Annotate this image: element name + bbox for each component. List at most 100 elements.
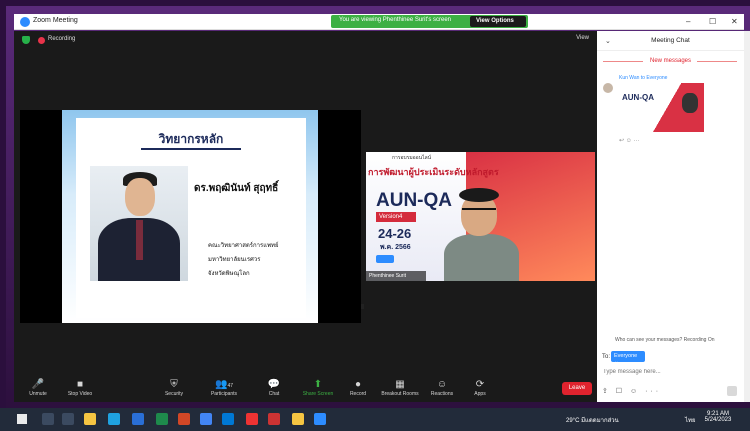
record-icon: ● — [354, 379, 362, 390]
desktop-frame: Zoom Meeting You are viewing Phenthinee … — [0, 0, 750, 431]
view-options-button[interactable]: View Options — [470, 16, 526, 27]
banner-text: You are viewing Phenthinee Surit's scree… — [339, 17, 451, 23]
speaker-photo — [90, 166, 188, 281]
close-icon[interactable]: ✕ — [731, 17, 738, 26]
slide-divider — [141, 148, 241, 150]
microphone-muted-icon: 🎤 — [31, 379, 45, 390]
record-label: Record — [349, 391, 367, 397]
slide-heading: วิทยากรหลัก — [158, 132, 224, 146]
participant-name-tag: Phenthinee Surit — [366, 271, 426, 281]
acrobat-icon[interactable] — [246, 413, 258, 425]
reactions-label: Reactions — [430, 391, 454, 397]
app-icon[interactable] — [268, 413, 280, 425]
record-button[interactable]: ● Record — [338, 378, 378, 397]
participants-label: Participants — [210, 391, 238, 397]
meeting-chat-panel: ⌄ Meeting Chat New messages Kun Wan to E… — [597, 31, 744, 402]
breakout-rooms-button[interactable]: ▦ Breakout Rooms — [380, 378, 420, 397]
reactions-button[interactable]: ☺ Reactions — [422, 378, 462, 397]
stop-video-button[interactable]: ■ Stop Video — [60, 378, 100, 397]
apps-label: Apps — [474, 391, 486, 397]
affiliation-line: จังหวัดพิษณุโลก — [208, 271, 250, 277]
chrome-icon[interactable] — [200, 413, 212, 425]
outlook-icon[interactable] — [222, 413, 234, 425]
zoom-logo-icon — [20, 17, 30, 27]
security-shield-icon — [22, 36, 30, 44]
mouse-cursor-icon — [361, 304, 364, 309]
security-button[interactable]: ⛨ Security — [154, 378, 194, 397]
breakout-rooms-label: Breakout Rooms — [381, 391, 419, 397]
course-month: พ.ค. 2566 — [380, 244, 411, 251]
share-screen-icon: ⬆ — [313, 379, 323, 390]
view-button[interactable]: View — [576, 35, 589, 41]
to-label: To: — [602, 354, 611, 360]
message-actions[interactable]: ↩ ☺ ··· — [619, 137, 639, 144]
affiliation-line: คณะวิทยาศาสตร์การแพทย์ — [208, 243, 279, 249]
speaker-name: ดร.พฤฒินันท์ สุฤทธิ์ — [194, 183, 279, 194]
chat-label: Chat — [268, 391, 280, 397]
zoom-taskbar-icon[interactable] — [314, 413, 326, 425]
participants-icon: 👥47 — [204, 378, 244, 391]
chat-toolbar[interactable]: ⇪ ☐ ☺ ··· — [602, 387, 661, 395]
speaker-tie — [136, 220, 143, 260]
avatar — [603, 83, 613, 93]
video-camera-icon: ■ — [76, 379, 84, 390]
recipient-select[interactable]: Everyone ⌄ — [611, 351, 645, 365]
powerpoint-icon[interactable] — [178, 413, 190, 425]
chat-icon: 💬 — [267, 379, 281, 390]
reactions-icon: ☺ — [436, 379, 448, 390]
folder-icon[interactable] — [292, 413, 304, 425]
maximize-icon[interactable]: ☐ — [709, 17, 716, 26]
apps-button[interactable]: ⟳ Apps — [460, 378, 500, 397]
zoom-title-bar: Zoom Meeting You are viewing Phenthinee … — [14, 14, 744, 30]
share-screen-label: Share Screen — [302, 391, 334, 397]
chat-button[interactable]: 💬 Chat — [254, 378, 294, 397]
leave-button[interactable]: Leave — [562, 382, 592, 395]
taskbar-clock[interactable]: 9:21 AM 5/24/2023 — [700, 411, 736, 423]
unmute-label: Unmute — [29, 391, 47, 397]
participants-glyph: 👥 — [214, 379, 228, 390]
chat-title: Meeting Chat — [651, 37, 690, 44]
presenter-body — [444, 234, 519, 281]
share-screen-button[interactable]: ⬆ Share Screen — [298, 378, 338, 397]
course-dates: 24-26 — [378, 226, 412, 241]
word-icon[interactable] — [132, 413, 144, 425]
send-icon[interactable] — [727, 386, 737, 396]
clock-date: 5/24/2023 — [704, 417, 732, 423]
message-sender: Kun Wan to Everyone — [619, 75, 668, 81]
message-image-title: AUN-QA — [622, 93, 654, 102]
chat-visibility-note[interactable]: Who can see your messages? Recording On — [615, 337, 715, 343]
presenter-hair — [459, 188, 499, 202]
chat-input[interactable] — [600, 364, 740, 380]
chat-header: ⌄ Meeting Chat — [597, 31, 744, 51]
file-explorer-icon[interactable] — [84, 413, 96, 425]
windows-taskbar: 29°C มีแดดมากส่วน ไทย 9:21 AM 5/24/2023 — [0, 408, 750, 431]
breakout-rooms-icon: ▦ — [395, 379, 405, 390]
meeting-toolbar: 🎤 Unmute ■ Stop Video ⛨ Security 👥47 Partici… — [14, 376, 597, 402]
presenter-glasses — [462, 204, 496, 210]
search-icon[interactable] — [42, 413, 54, 425]
edge-icon[interactable] — [108, 413, 120, 425]
language-indicator[interactable]: ไทย — [685, 415, 696, 425]
scrollbar[interactable] — [744, 31, 750, 402]
zoom-badge-icon — [376, 255, 394, 263]
meeting-stage: Recording View วิทยากรหลัก ดร.พฤฒินันท์ … — [14, 31, 597, 376]
minimize-icon[interactable]: – — [686, 17, 690, 26]
task-view-icon[interactable] — [62, 413, 74, 425]
speaker-face — [125, 178, 155, 216]
slide-card: วิทยากรหลัก ดร.พฤฒินันท์ สุฤทธิ์ คณะวิทย… — [76, 118, 364, 318]
version-badge: Version4 — [376, 212, 416, 222]
participant-count: 47 — [227, 383, 233, 389]
participant-video[interactable]: การอบรมออนไลน์ การพัฒนาผู้ประเมินระดับหล… — [366, 152, 595, 281]
aun-qa-title: AUN-QA — [376, 190, 452, 211]
windows-start-icon[interactable] — [17, 414, 27, 424]
course-pretitle: การอบรมออนไลน์ — [392, 155, 432, 161]
excel-icon[interactable] — [156, 413, 168, 425]
message-image[interactable]: AUN-QA — [619, 83, 704, 132]
recording-icon — [38, 37, 45, 44]
participants-button[interactable]: 👥47 Participants — [204, 378, 244, 397]
window-title: Zoom Meeting — [33, 17, 78, 24]
weather-widget[interactable]: 29°C มีแดดมากส่วน — [566, 415, 619, 425]
security-label: Security — [164, 391, 184, 397]
recording-label[interactable]: Recording — [48, 36, 75, 42]
unmute-button[interactable]: 🎤 Unmute — [18, 378, 58, 397]
